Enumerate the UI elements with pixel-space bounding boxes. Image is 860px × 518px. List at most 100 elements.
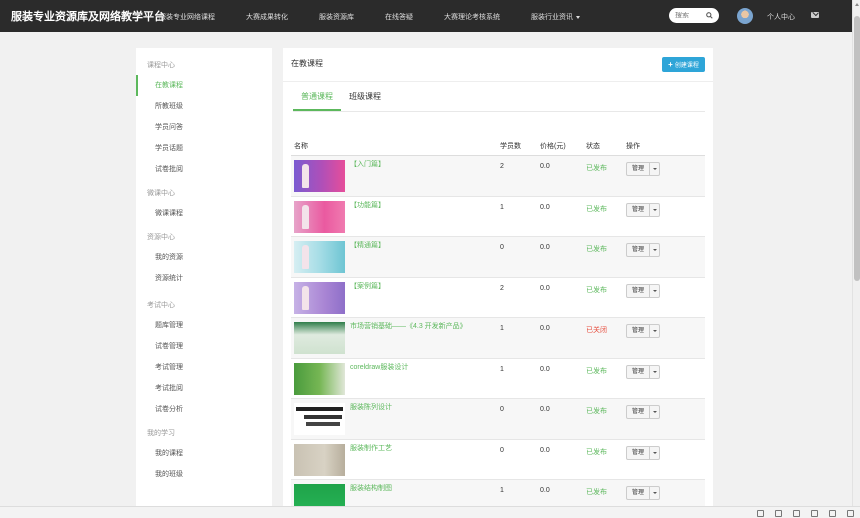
cell-price: 0.0 xyxy=(540,163,550,170)
course-name-link[interactable]: 【案例篇】 xyxy=(350,281,385,314)
caret-down-icon xyxy=(652,289,657,292)
sidebar-item-micro-courses[interactable]: 微课课程 xyxy=(136,203,272,224)
course-thumbnail[interactable] xyxy=(294,362,345,395)
nav-item-news-dropdown[interactable]: 服装行业资讯 xyxy=(531,12,580,22)
copy-icon[interactable] xyxy=(829,510,836,517)
manage-dropdown-toggle[interactable] xyxy=(649,203,659,216)
manage-dropdown-toggle[interactable] xyxy=(649,325,659,337)
course-thumbnail[interactable] xyxy=(294,200,345,233)
nav-item-qa[interactable]: 在线答疑 xyxy=(385,12,413,22)
manage-dropdown-toggle[interactable] xyxy=(649,284,659,297)
manage-button[interactable]: 管理 xyxy=(627,204,649,216)
course-thumbnail[interactable] xyxy=(294,160,345,192)
manage-button[interactable]: 管理 xyxy=(627,406,649,418)
table-row: 市场营销基础——《4.3 开发新产品》 1 0.0 已关闭 管理 xyxy=(291,318,705,359)
cell-name: 服装陈列设计 xyxy=(291,399,500,435)
mail-icon[interactable] xyxy=(811,12,819,18)
manage-button[interactable]: 管理 xyxy=(627,163,649,175)
manage-dropdown-toggle[interactable] xyxy=(649,487,659,499)
table-row: 【案例篇】 2 0.0 已发布 管理 xyxy=(291,278,705,318)
top-navbar: 服装专业资源库及网络教学平台 服装专业网络课程 大赛成果转化 服装资源库 在线答… xyxy=(0,0,852,32)
cell-price: 0.0 xyxy=(540,284,550,292)
sidebar-item-my-class[interactable]: 我的班级 xyxy=(136,464,272,485)
course-name-link[interactable]: 服装制作工艺 xyxy=(350,443,392,476)
manage-button-group: 管理 xyxy=(626,162,661,176)
nav-item-resources[interactable]: 服装资源库 xyxy=(319,12,354,22)
sidebar-item-student-topics[interactable]: 学员话题 xyxy=(136,138,272,159)
course-name-link[interactable]: 【功能篇】 xyxy=(350,200,385,233)
sidebar-group-title: 考试中心 xyxy=(147,302,175,309)
manage-dropdown-toggle[interactable] xyxy=(649,446,659,459)
search-input[interactable] xyxy=(675,12,707,19)
search-icon[interactable] xyxy=(706,12,713,19)
status-badge: 已发布 xyxy=(586,367,607,375)
cell-name: coreldraw服装设计 xyxy=(291,359,500,395)
cell-students: 1 xyxy=(500,365,504,373)
sidebar-item-question-bank[interactable]: 题库管理 xyxy=(136,315,272,336)
manage-dropdown-toggle[interactable] xyxy=(649,244,659,256)
scrollbar-thumb[interactable] xyxy=(854,16,860,281)
tab-class-courses[interactable]: 班级课程 xyxy=(341,85,389,111)
course-name-link[interactable]: 【入门篇】 xyxy=(350,159,385,192)
table-row: 服装陈列设计 0 0.0 已发布 管理 xyxy=(291,399,705,440)
manage-button[interactable]: 管理 xyxy=(627,366,649,378)
trash-icon[interactable] xyxy=(793,510,800,517)
tab-normal-courses[interactable]: 普通课程 xyxy=(293,85,341,111)
cell-price: 0.0 xyxy=(540,406,550,413)
search-box[interactable] xyxy=(669,8,719,23)
cell-students: 2 xyxy=(500,284,504,292)
course-name-link[interactable]: 【精通篇】 xyxy=(350,240,385,273)
course-name-link[interactable]: coreldraw服装设计 xyxy=(350,362,408,395)
course-thumbnail[interactable] xyxy=(294,241,345,273)
desktop-icon[interactable] xyxy=(847,510,854,517)
nav-item-competition[interactable]: 大赛成果转化 xyxy=(246,12,288,22)
sidebar-item-paper-analysis[interactable]: 试卷分析 xyxy=(136,399,272,420)
sidebar-item-resource-stats[interactable]: 资源统计 xyxy=(136,268,272,289)
sidebar-item-my-resources[interactable]: 我的资源 xyxy=(136,247,272,268)
nav-item-news-label: 服装行业资讯 xyxy=(531,14,573,21)
sidebar-group-title: 微课中心 xyxy=(147,190,175,197)
cell-op: 管理 xyxy=(626,237,705,257)
course-thumbnail[interactable] xyxy=(294,322,345,354)
cell-op: 管理 xyxy=(626,197,705,217)
manage-button[interactable]: 管理 xyxy=(627,487,649,499)
sidebar-item-exam-manage[interactable]: 考试管理 xyxy=(136,357,272,378)
manage-button[interactable]: 管理 xyxy=(627,325,649,337)
manage-dropdown-toggle[interactable] xyxy=(649,163,659,175)
volume-icon[interactable] xyxy=(811,510,818,517)
manage-button[interactable]: 管理 xyxy=(627,447,649,459)
course-thumbnail[interactable] xyxy=(294,281,345,314)
cell-students: 0 xyxy=(500,406,504,413)
sidebar-item-paper-manage[interactable]: 试卷管理 xyxy=(136,336,272,357)
manage-button-group: 管理 xyxy=(626,405,661,419)
course-thumbnail[interactable] xyxy=(294,443,345,476)
nav-item-exam-system[interactable]: 大赛理论考核系统 xyxy=(444,12,500,22)
sidebar-item-classes[interactable]: 所教班级 xyxy=(136,96,272,117)
cell-op: 管理 xyxy=(626,399,705,419)
caret-down-icon xyxy=(652,411,657,413)
create-course-button[interactable]: + 创建课程 xyxy=(662,57,705,72)
course-name-link[interactable]: 服装陈列设计 xyxy=(350,402,392,435)
sidebar-item-exam-review[interactable]: 考试批阅 xyxy=(136,378,272,399)
manage-button[interactable]: 管理 xyxy=(627,285,649,297)
nav-item-courses[interactable]: 服装专业网络课程 xyxy=(159,12,215,22)
cell-name: 市场营销基础——《4.3 开发新产品》 xyxy=(291,318,500,354)
manage-dropdown-toggle[interactable] xyxy=(649,365,659,378)
sidebar-group-title: 课程中心 xyxy=(147,62,175,69)
sidebar-item-paper-review[interactable]: 试卷批阅 xyxy=(136,159,272,180)
user-avatar[interactable] xyxy=(737,8,753,24)
site-brand[interactable]: 服装专业资源库及网络教学平台 xyxy=(11,8,165,24)
user-center-link[interactable]: 个人中心 xyxy=(767,12,795,22)
manage-button[interactable]: 管理 xyxy=(627,244,649,256)
sidebar-item-student-qa[interactable]: 学员问答 xyxy=(136,117,272,138)
course-thumbnail[interactable] xyxy=(294,403,345,435)
sidebar-item-my-courses[interactable]: 我的课程 xyxy=(136,443,272,464)
scroll-up-icon[interactable] xyxy=(855,3,859,6)
column-header-students: 学员数 xyxy=(500,142,521,150)
window-icon[interactable] xyxy=(775,510,782,517)
manage-dropdown-toggle[interactable] xyxy=(649,406,659,418)
pin-icon[interactable] xyxy=(757,510,764,517)
sidebar-item-teaching-courses[interactable]: 在教课程 xyxy=(136,75,272,96)
vertical-scrollbar[interactable] xyxy=(852,0,860,506)
course-name-link[interactable]: 市场营销基础——《4.3 开发新产品》 xyxy=(350,321,467,354)
